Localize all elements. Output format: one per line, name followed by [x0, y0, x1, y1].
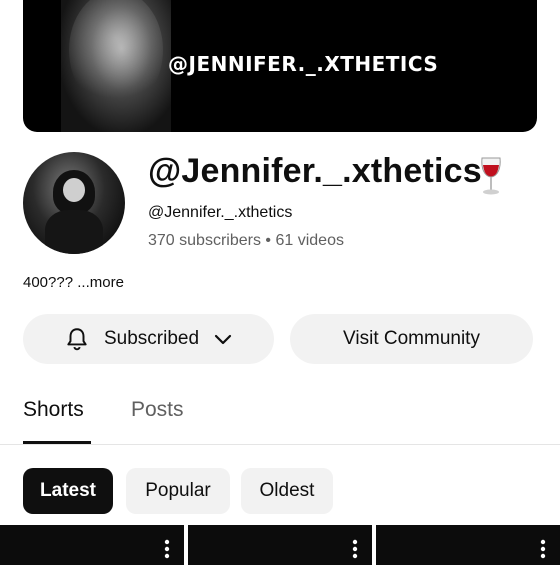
channel-handle: @Jennifer._.xthetics: [148, 204, 293, 221]
stats-separator: •: [265, 232, 272, 249]
bell-icon: [67, 328, 87, 351]
tabs-divider: [0, 444, 560, 445]
short-thumbnail[interactable]: [376, 525, 560, 565]
filter-latest[interactable]: Latest: [23, 468, 113, 514]
channel-description[interactable]: 400??? ...more: [23, 274, 124, 291]
visit-community-button[interactable]: Visit Community: [290, 314, 533, 364]
subscribed-button[interactable]: Subscribed: [23, 314, 274, 364]
chevron-down-icon: [214, 334, 232, 345]
filter-oldest[interactable]: Oldest: [241, 468, 333, 514]
subscriber-count: 370 subscribers: [148, 232, 261, 249]
visit-community-label: Visit Community: [343, 328, 480, 349]
tab-posts[interactable]: Posts: [131, 398, 184, 422]
tab-shorts[interactable]: Shorts: [23, 398, 84, 422]
channel-title: @Jennifer._.xthetics: [148, 152, 482, 190]
short-thumbnail[interactable]: [188, 525, 372, 565]
filter-popular[interactable]: Popular: [126, 468, 230, 514]
banner-title: @JENNIFER._.XTHETICS: [168, 52, 439, 76]
video-count: 61 videos: [275, 232, 344, 249]
more-options-icon[interactable]: [164, 539, 170, 559]
more-options-icon[interactable]: [540, 539, 546, 559]
banner-photo: [61, 0, 171, 132]
subscribed-label: Subscribed: [103, 328, 200, 349]
channel-banner[interactable]: @JENNIFER._.XTHETICS: [23, 0, 537, 132]
short-thumbnail[interactable]: [0, 525, 184, 565]
channel-stats: 370 subscribers • 61 videos: [148, 232, 344, 250]
more-options-icon[interactable]: [352, 539, 358, 559]
avatar[interactable]: [23, 152, 125, 254]
wine-glass-icon: [481, 157, 501, 195]
more-link[interactable]: ...more: [77, 274, 124, 291]
description-text: 400???: [23, 274, 74, 291]
